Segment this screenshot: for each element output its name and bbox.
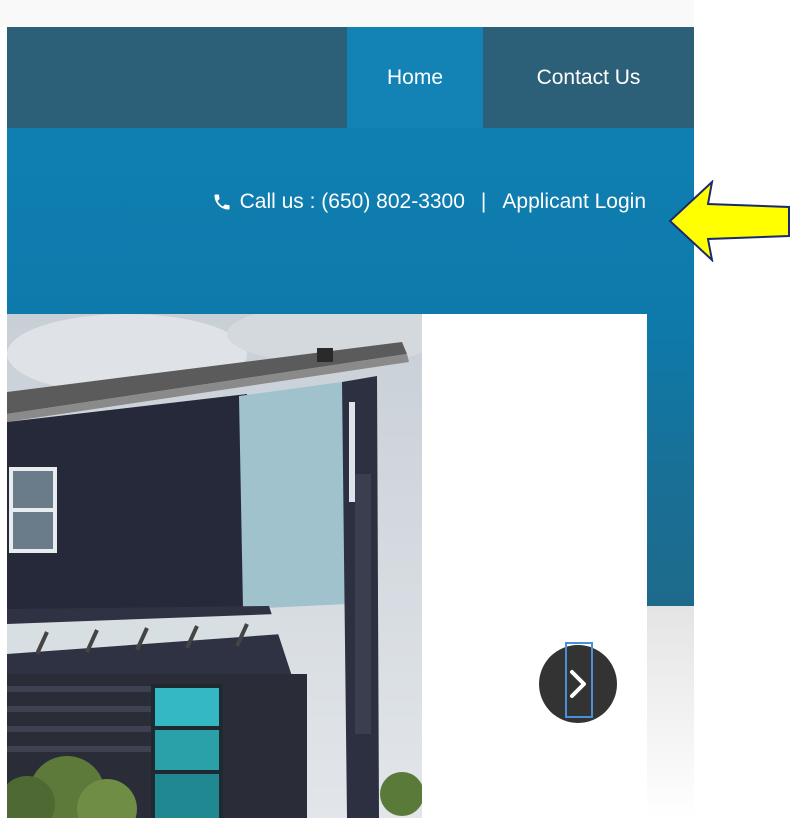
top-strip (0, 0, 694, 27)
slide-image (7, 314, 422, 818)
page-edge (0, 0, 7, 818)
applicant-login-link[interactable]: Applicant Login (502, 190, 646, 214)
phone-number[interactable]: Call us : (650) 802-3300 (240, 190, 465, 214)
tab-home[interactable]: Home (347, 27, 483, 128)
annotation-arrow-icon (668, 180, 790, 262)
infobar-separator: | (480, 190, 487, 213)
chevron-right-icon (570, 670, 586, 698)
tab-home-label: Home (386, 65, 444, 89)
main-navbar: Home Contact Us (7, 27, 694, 128)
tab-contact-us-label: Contact Us (536, 65, 641, 89)
tab-contact-us[interactable]: Contact Us (483, 27, 694, 128)
building-photo (7, 314, 422, 818)
phone-icon (214, 194, 230, 210)
slider-next-button[interactable] (539, 645, 617, 723)
image-slider (7, 314, 647, 818)
contact-info-bar: Call us : (650) 802-3300 | Applicant Log… (212, 190, 646, 214)
